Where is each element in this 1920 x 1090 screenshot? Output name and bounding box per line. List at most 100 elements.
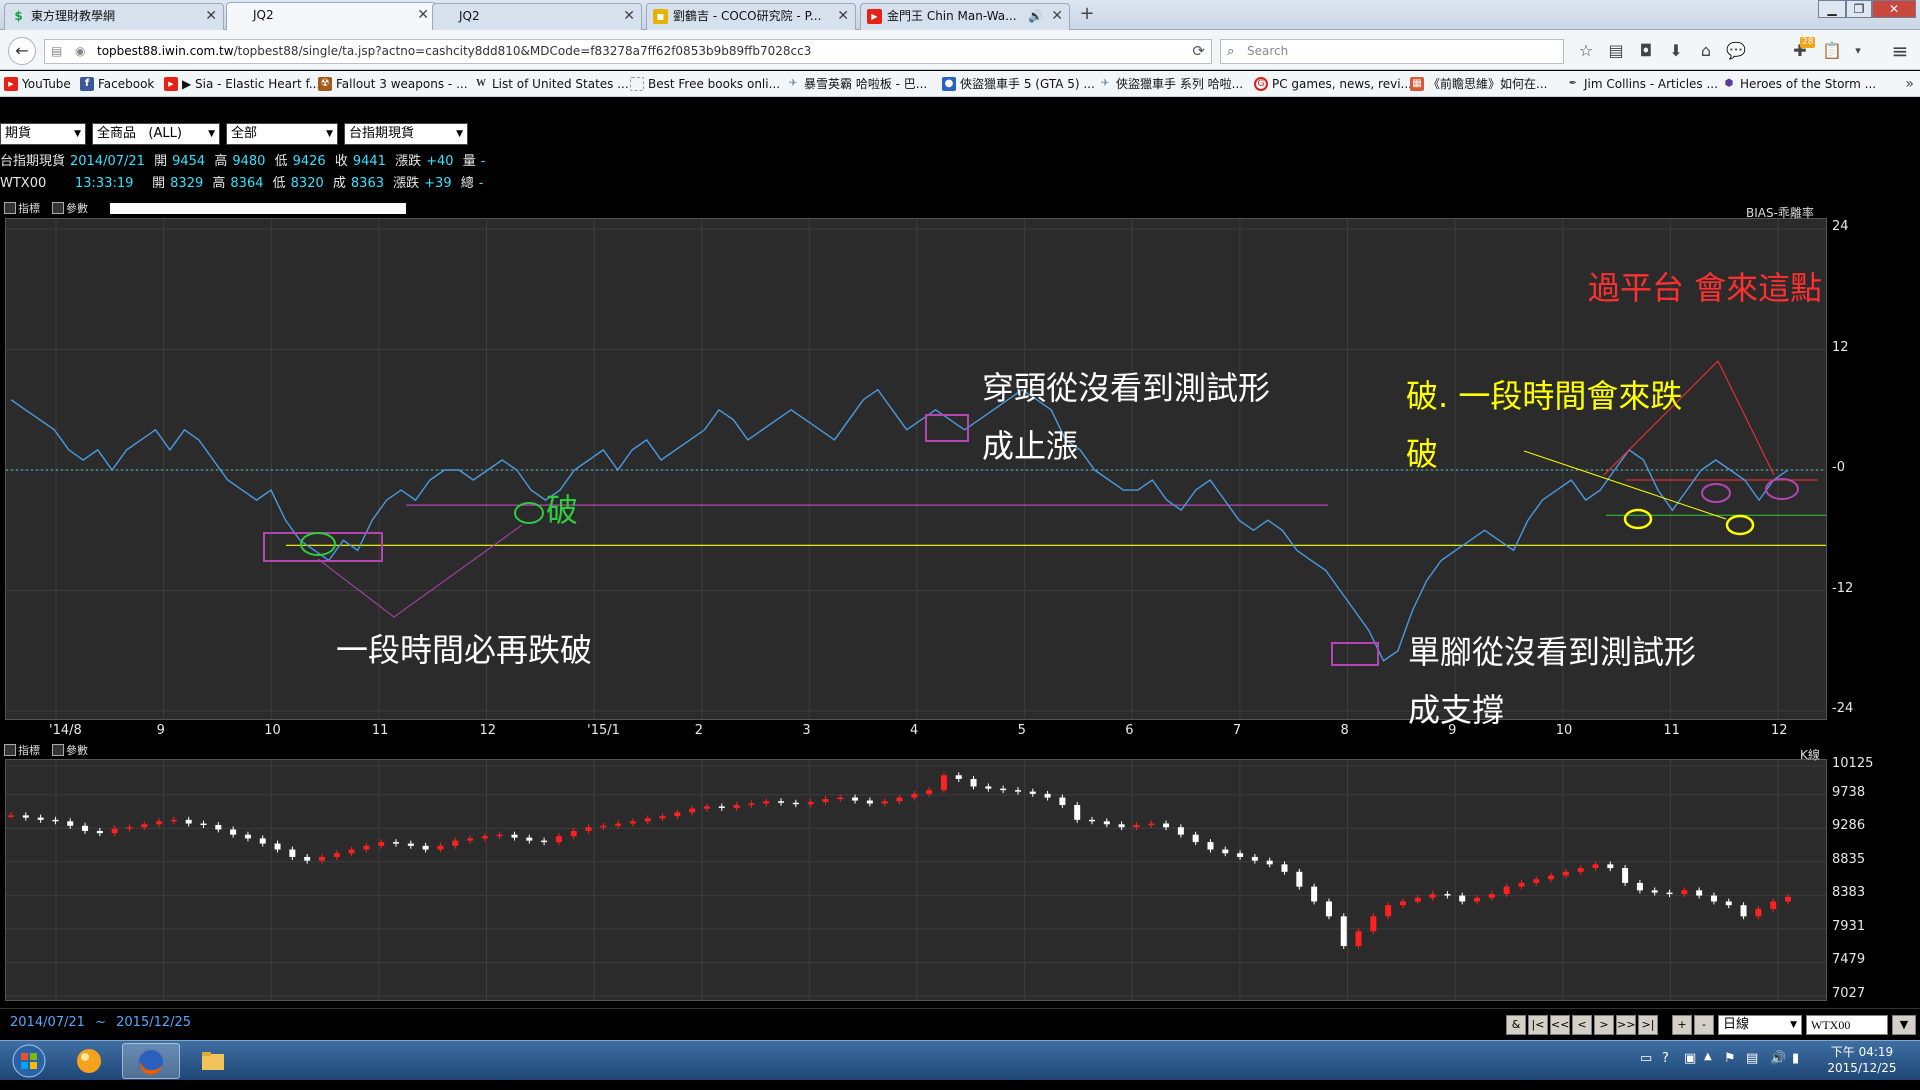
bookmark-10[interactable]: ▦ 《前瞻思維》如何在...	[1410, 71, 1547, 97]
period-select[interactable]: 日線 ▼	[1718, 1015, 1802, 1035]
tab-2[interactable]: JQ2 ✕	[432, 3, 642, 30]
search-box[interactable]: ⌕ Search	[1220, 39, 1564, 64]
bookmark-2[interactable]: ▶ ▶ Sia - Elastic Heart f...	[164, 71, 320, 97]
instrument-select[interactable]: 台指期現貨 ▼	[344, 123, 468, 145]
indicator-icon	[4, 744, 16, 756]
bookmark-1[interactable]: f Facebook	[80, 71, 154, 97]
candle-body	[1725, 901, 1732, 906]
close-window-button[interactable]: ✕	[1872, 0, 1916, 18]
category-select[interactable]: 期貨 ▼	[0, 123, 86, 145]
minimize-button[interactable]: ▁	[1818, 0, 1846, 18]
param-button[interactable]: 參數	[52, 202, 88, 215]
speaker-icon[interactable]: 🔊	[1028, 4, 1043, 29]
indicator-button[interactable]: 指標	[4, 202, 40, 215]
nav-button-0[interactable]: &	[1506, 1015, 1526, 1035]
code-input[interactable]: WTX00	[1806, 1015, 1888, 1035]
bookmark-3[interactable]: ☢ Fallout 3 weapons - ...	[318, 71, 468, 97]
tab-0[interactable]: $ 東方理財教學網 ✕	[4, 3, 224, 30]
product-select[interactable]: 全商品 (ALL) ▼	[92, 123, 220, 145]
start-button[interactable]	[2, 1041, 56, 1081]
tab-1[interactable]: JQ2 ✕	[226, 2, 436, 31]
scope-value: 全部	[231, 126, 258, 141]
clock-time: 下午 04:19	[1830, 1045, 1894, 1059]
candle-body	[1429, 894, 1436, 898]
bookmark-5[interactable]: Best Free books onli...	[630, 71, 780, 97]
chevron-down-icon: ▼	[208, 129, 215, 139]
nav-back-button[interactable]: <	[1572, 1015, 1592, 1035]
tray-flag-icon[interactable]: ⚑	[1724, 1051, 1736, 1066]
close-icon[interactable]: ✕	[837, 4, 849, 29]
close-icon[interactable]: ✕	[417, 3, 429, 28]
tray-volume-icon[interactable]: 🔊	[1770, 1051, 1786, 1066]
tray-expand-icon[interactable]: ▲	[1704, 1051, 1712, 1062]
y-tick-label: -12	[1832, 580, 1854, 596]
tray-help-icon[interactable]: ?	[1662, 1051, 1669, 1066]
quote-label: 量	[462, 154, 476, 169]
nav-page-forward-button[interactable]: >>	[1616, 1015, 1636, 1035]
bookmark-4[interactable]: W List of United States ...	[474, 71, 629, 97]
tab-3[interactable]: ▪ 劉鶴吉 - COCO研究院 - P... ✕	[646, 3, 856, 30]
indicator-button[interactable]: 指標	[4, 744, 40, 757]
download-icon[interactable]: ⬇	[1664, 39, 1688, 63]
date-end: 2015/12/25	[116, 1015, 192, 1030]
close-icon[interactable]: ✕	[205, 4, 217, 29]
taskbar-folder[interactable]	[184, 1043, 242, 1079]
candle-body	[126, 827, 133, 829]
bookmark-9[interactable]: G PC games, news, revi...	[1254, 71, 1412, 97]
bookmark-0[interactable]: ▶ YouTube	[4, 71, 71, 97]
y-tick-label: 7479	[1832, 952, 1866, 968]
scope-select[interactable]: 全部 ▼	[226, 123, 338, 145]
home-icon[interactable]: ⌂	[1694, 39, 1718, 63]
maximize-button[interactable]: ❐	[1846, 0, 1872, 18]
url-bar[interactable]: ▤ ◉ topbest88.iwin.com.tw/topbest88/sing…	[44, 39, 1212, 64]
param-button[interactable]: 參數	[52, 744, 88, 757]
new-tab-button[interactable]: +	[1074, 3, 1100, 27]
candle-body	[1681, 890, 1688, 895]
quote-close: 9441	[352, 154, 386, 169]
back-button[interactable]: ←	[8, 37, 36, 65]
chat-icon[interactable]: 💬	[1724, 39, 1748, 63]
nav-page-back-button[interactable]: <<	[1550, 1015, 1570, 1035]
candle-body	[1370, 916, 1377, 932]
tray-battery-icon[interactable]: ▮	[1792, 1051, 1799, 1066]
indicator-input[interactable]	[110, 203, 406, 214]
reading-list-icon[interactable]: ▤	[1604, 39, 1628, 63]
tray-screen-icon[interactable]: ▣	[1684, 1051, 1696, 1066]
pocket-icon[interactable]: ◘	[1634, 39, 1658, 63]
product-value: 全商品 (ALL)	[97, 126, 182, 141]
nav-first-button[interactable]: |<	[1528, 1015, 1548, 1035]
reload-icon[interactable]: ⟳	[1192, 40, 1205, 63]
candle-body	[422, 845, 429, 850]
bookmark-12[interactable]: ⬢ Heroes of the Storm ...	[1722, 71, 1876, 97]
tab-4[interactable]: ▶ 金門王 Chin Man-Wa... 🔊 ✕	[860, 3, 1070, 30]
bookmark-6[interactable]: ✈ 暴雪英霸 哈啦板 - 巴...	[786, 71, 927, 97]
clipboard-icon[interactable]: 📋	[1820, 39, 1844, 63]
taskbar-browser-bubble[interactable]	[60, 1043, 118, 1079]
candle-body	[1207, 842, 1214, 850]
tray-display-icon[interactable]: ▤	[1746, 1051, 1758, 1066]
bookmark-7[interactable]: ● 俠盜獵車手 5 (GTA 5) ...	[942, 71, 1095, 97]
page-info-icon[interactable]: ▤	[51, 40, 62, 63]
bookmark-star-icon[interactable]: ☆	[1574, 39, 1598, 63]
taskbar-firefox[interactable]	[122, 1043, 180, 1079]
quote-label: 高	[212, 176, 226, 191]
code-dropdown-button[interactable]: ▼	[1892, 1015, 1916, 1035]
menu-icon[interactable]: ≡	[1888, 39, 1912, 63]
zoom-out-button[interactable]: -	[1694, 1015, 1714, 1035]
bookmark-11[interactable]: ✒ Jim Collins - Articles ...	[1566, 71, 1718, 97]
zoom-in-button[interactable]: +	[1672, 1015, 1692, 1035]
clock[interactable]: 下午 04:19 2015/12/25	[1818, 1044, 1906, 1076]
chevron-down-icon[interactable]: ▾	[1846, 39, 1870, 63]
chevron-down-icon: ▼	[1790, 1020, 1797, 1030]
tray-network-icon[interactable]: ▭	[1640, 1051, 1652, 1066]
x-tick-label: 11	[371, 723, 389, 738]
nav-forward-button[interactable]: >	[1594, 1015, 1614, 1035]
close-icon[interactable]: ✕	[623, 4, 635, 29]
candle-body	[1014, 790, 1021, 792]
nav-last-button[interactable]: >|	[1638, 1015, 1658, 1035]
more-bookmarks-icon[interactable]: »	[1905, 71, 1914, 97]
close-icon[interactable]: ✕	[1051, 4, 1063, 29]
chevron-down-icon: ▼	[456, 129, 463, 139]
bookmark-8[interactable]: ✈ 俠盜獵車手 系列 哈啦...	[1098, 71, 1243, 97]
dollar-icon: $	[14, 9, 23, 23]
